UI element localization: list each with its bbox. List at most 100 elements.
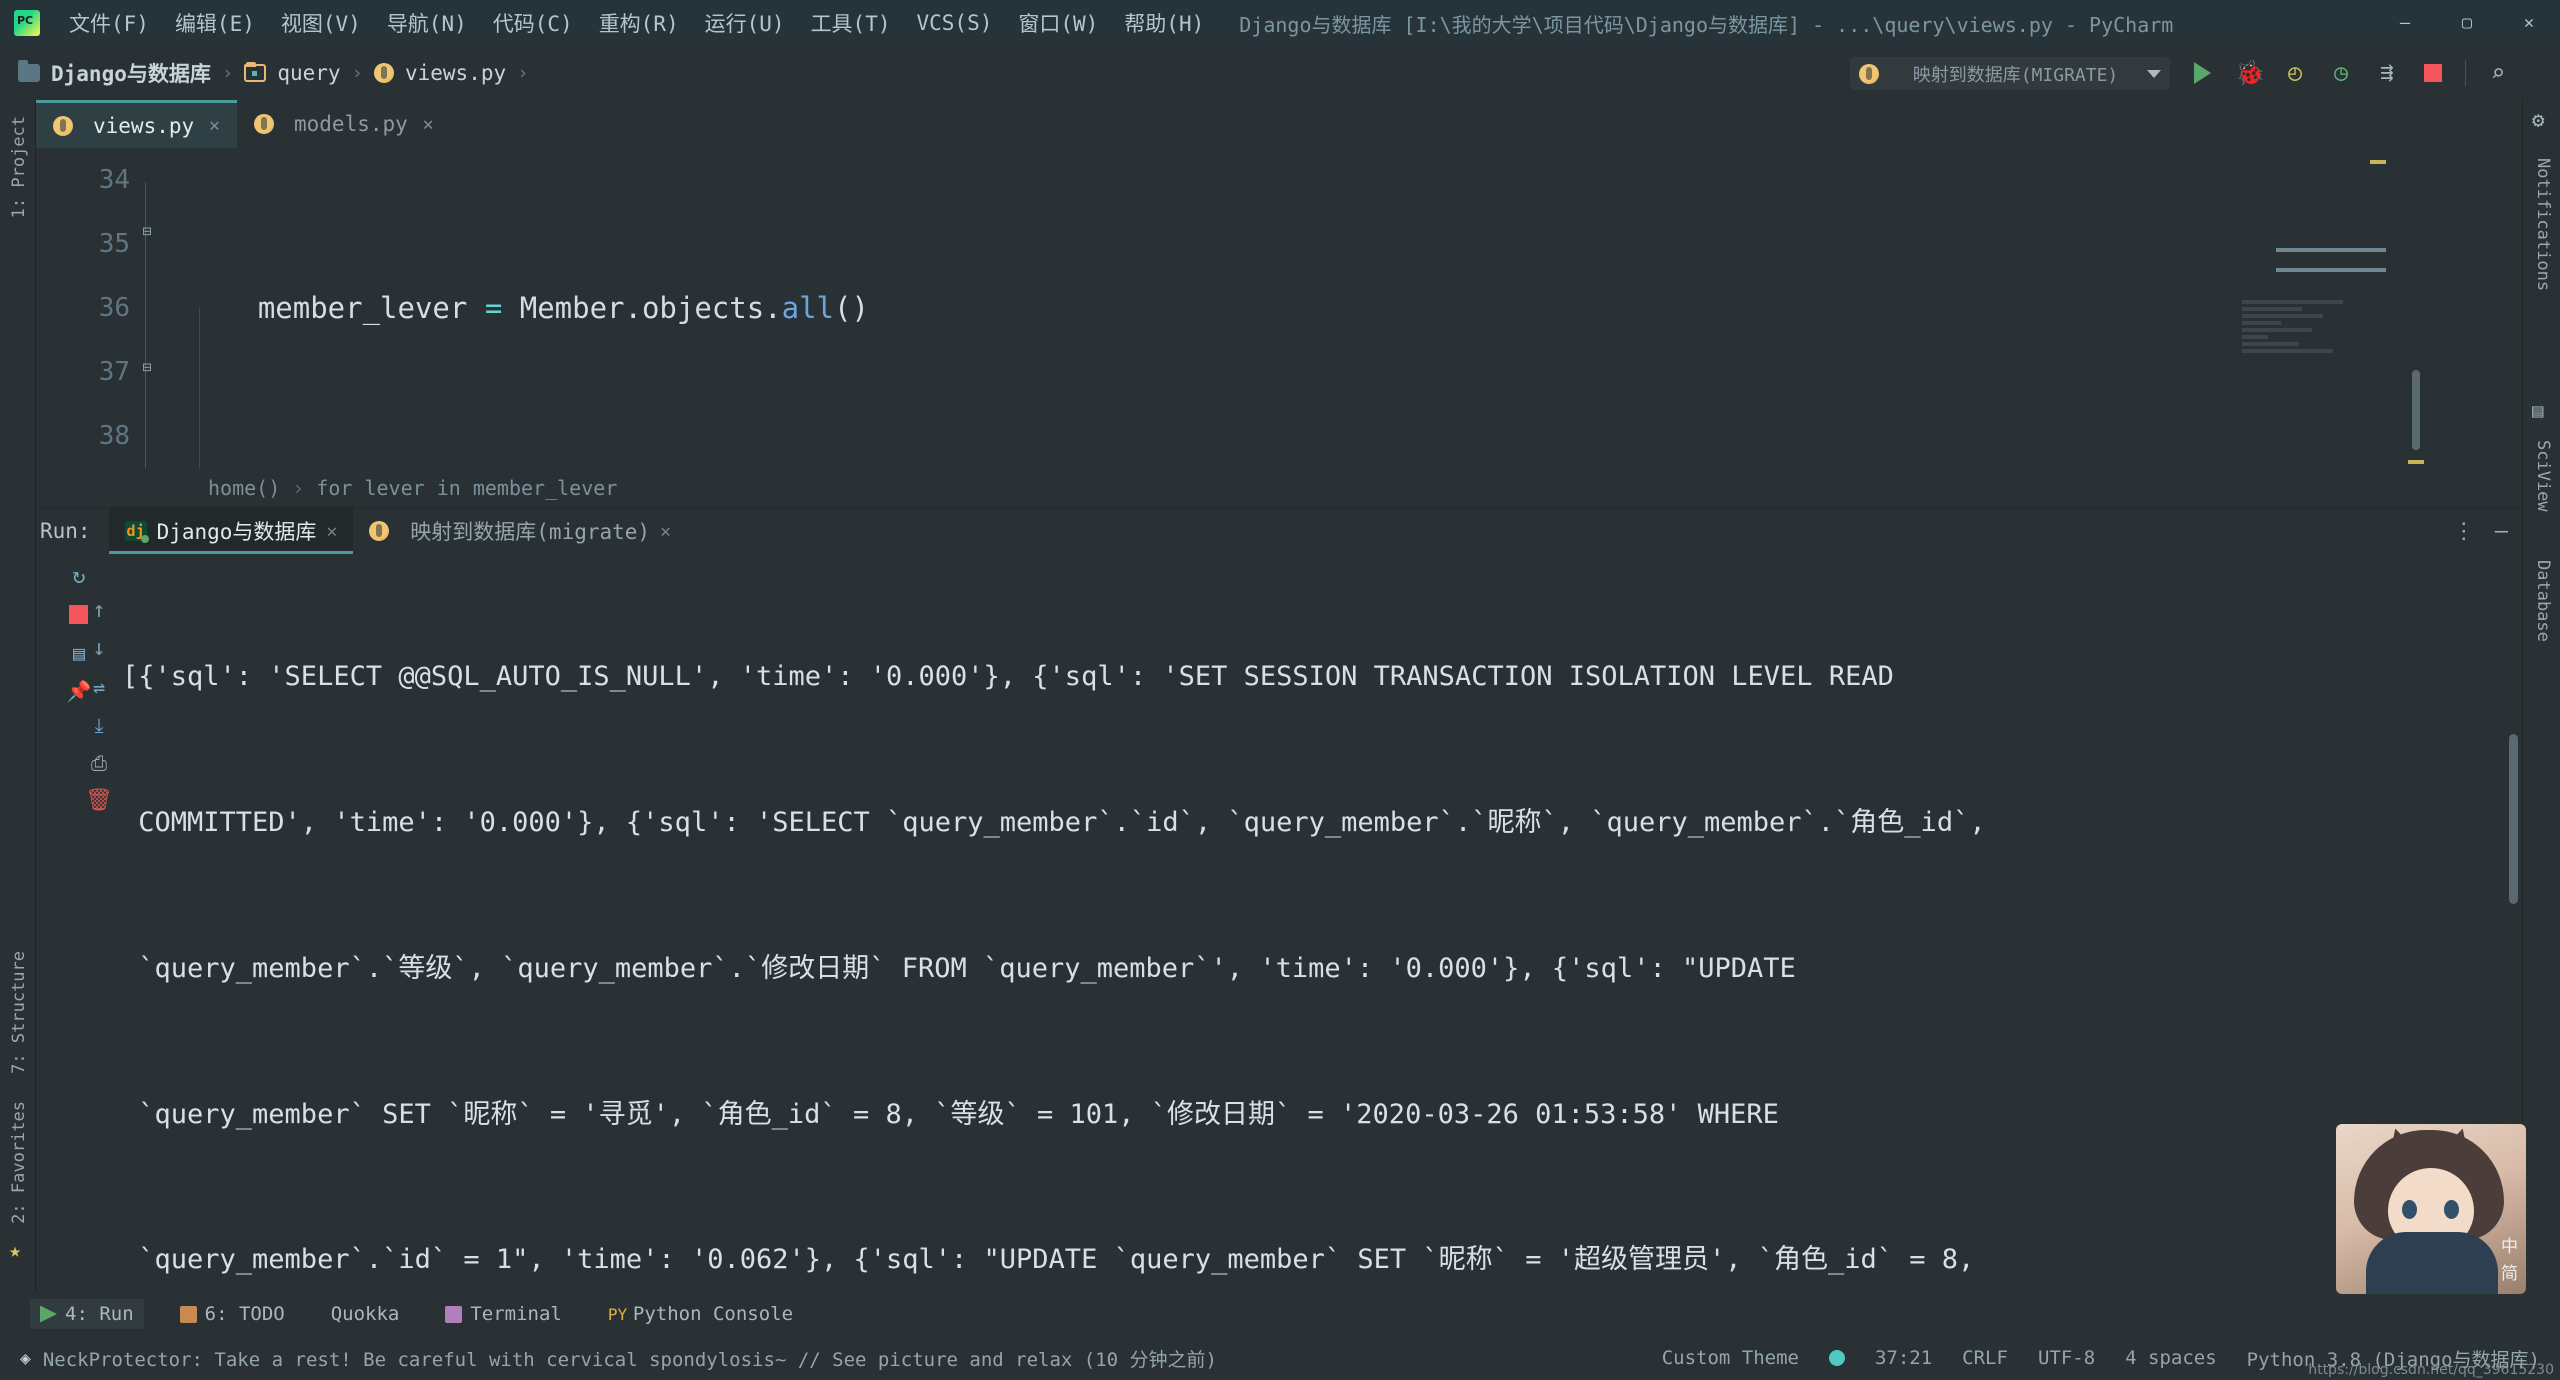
tool-button-todo[interactable]: 6: TODO	[170, 1299, 295, 1329]
neck-protector-character-image: 中 简	[2336, 1124, 2526, 1294]
export-icon[interactable]: ⤓	[84, 710, 114, 740]
menu-item-help[interactable]: 帮助(H)	[1111, 8, 1217, 38]
grid-icon[interactable]: ▤	[2532, 400, 2543, 422]
theme-label[interactable]: Custom Theme	[1662, 1347, 1799, 1369]
indent-setting[interactable]: 4 spaces	[2125, 1347, 2217, 1369]
window-controls: — ▢ ✕	[2374, 0, 2560, 46]
minimize-button[interactable]: —	[2374, 0, 2436, 46]
line-separator[interactable]: CRLF	[1962, 1347, 2008, 1369]
console-output[interactable]: [{'sql': 'SELECT @@SQL_AUTO_IS_NULL', 't…	[122, 554, 2500, 1292]
close-icon[interactable]: ✕	[326, 521, 337, 542]
menu-item-run[interactable]: 运行(U)	[692, 8, 798, 38]
sidebar-item-favorites[interactable]: 2: Favorites	[9, 1093, 29, 1232]
hide-window-icon[interactable]: —	[2495, 519, 2508, 544]
sidebar-item-notifications[interactable]: Notifications	[2533, 148, 2553, 301]
tool-button-label: Terminal	[470, 1303, 562, 1325]
breadcrumb-item-project[interactable]: Django与数据库	[18, 58, 211, 88]
folder-icon	[18, 60, 40, 82]
run-configuration-selector[interactable]: 映射到数据库(MIGRATE)	[1850, 57, 2170, 90]
bottom-tool-bar: 4: Run 6: TODO Quokka Terminal PY Python…	[0, 1292, 2560, 1336]
menu-item-view[interactable]: 视图(V)	[268, 8, 374, 38]
tool-button-label: Python Console	[632, 1303, 794, 1325]
sidebar-item-sciview[interactable]: SciView	[2533, 430, 2553, 522]
tab-models-py[interactable]: models.py ✕	[237, 100, 451, 148]
ime-indicator[interactable]: 中 简	[2501, 1232, 2518, 1284]
menu-item-navigate[interactable]: 导航(N)	[374, 8, 480, 38]
close-icon[interactable]: ✕	[423, 114, 434, 135]
line-number: 38	[98, 421, 130, 451]
maximize-button[interactable]: ▢	[2436, 0, 2498, 46]
tool-button-terminal[interactable]: Terminal	[435, 1299, 572, 1329]
clear-all-icon[interactable]: 🗑	[84, 786, 114, 816]
rerun-icon[interactable]: ↻	[64, 562, 94, 592]
tool-button-python-console[interactable]: PY Python Console	[598, 1299, 803, 1329]
console-line: `query_member`.`id` = 1", 'time': '0.062…	[122, 1244, 1975, 1276]
sidebar-item-database[interactable]: Database	[2533, 550, 2553, 652]
code-content[interactable]: member_lever = Member.objects.all() for …	[188, 148, 2522, 468]
chevron-down-icon[interactable]	[2147, 69, 2161, 78]
code-editor[interactable]: 34 35 36 37 38 ⊟ ⊟ member_lever = Member…	[36, 148, 2522, 468]
scroll-down-icon[interactable]: ↓	[84, 634, 114, 664]
breadcrumb-label-query: query	[277, 61, 341, 85]
breadcrumb-home[interactable]: home()	[208, 476, 280, 500]
breadcrumb-for-loop[interactable]: for lever in member_lever	[316, 476, 617, 500]
menu-item-window[interactable]: 窗口(W)	[1005, 8, 1111, 38]
breadcrumb-item-views[interactable]: views.py	[373, 61, 506, 85]
fold-marker-icon[interactable]: ⊟	[136, 222, 158, 240]
soft-wrap-icon[interactable]: ⇌	[84, 672, 114, 702]
right-tool-rail: ⚙ Notifications ▤ SciView Database	[2522, 100, 2560, 1292]
run-tab-django[interactable]: dj Django与数据库 ✕	[108, 508, 354, 554]
sidebar-item-project[interactable]: 1: Project	[9, 108, 29, 226]
todo-icon	[179, 1305, 197, 1323]
console-line: [{'sql': 'SELECT @@SQL_AUTO_IS_NULL', 't…	[122, 661, 1894, 693]
debug-icon[interactable]: 🐞	[2235, 59, 2265, 87]
editor-scrollbar[interactable]	[2412, 370, 2420, 450]
menu-item-code[interactable]: 代码(C)	[480, 8, 586, 38]
star-icon[interactable]: ★	[9, 1238, 21, 1262]
menu-item-edit[interactable]: 编辑(E)	[162, 8, 268, 38]
run-icon[interactable]	[2189, 59, 2217, 87]
editor-minimap[interactable]	[2242, 300, 2372, 460]
status-bar: ◈ NeckProtector: Take a rest! Be careful…	[0, 1336, 2560, 1380]
run-window-label: Run:	[40, 519, 91, 543]
tab-label: views.py	[93, 113, 195, 138]
breadcrumb-item-query[interactable]: query	[244, 61, 341, 85]
close-button[interactable]: ✕	[2498, 0, 2560, 46]
close-icon[interactable]: ✕	[209, 115, 220, 136]
toolbar-divider	[2465, 60, 2466, 86]
tab-views-py[interactable]: views.py ✕	[36, 100, 237, 148]
menu-item-file[interactable]: 文件(F)	[56, 8, 162, 38]
tool-button-quokka[interactable]: Quokka	[321, 1299, 410, 1329]
caret-position[interactable]: 37:21	[1875, 1347, 1932, 1369]
menu-bar: 文件(F) 编辑(E) 视图(V) 导航(N) 代码(C) 重构(R) 运行(U…	[0, 0, 2560, 46]
console-line: COMMITTED', 'time': '0.000'}, {'sql': 'S…	[122, 806, 1986, 838]
line-number: 36	[98, 293, 130, 323]
python-file-icon	[53, 115, 73, 136]
menu-item-vcs[interactable]: VCS(S)	[904, 11, 1006, 35]
close-icon[interactable]: ✕	[660, 521, 671, 542]
tool-button-run[interactable]: 4: Run	[30, 1299, 144, 1329]
tool-button-label: 6: TODO	[204, 1303, 285, 1325]
watermark: https://blog.csdn.net/qq_39615230	[2308, 1362, 2554, 1378]
scroll-up-icon[interactable]: ↑	[84, 596, 114, 626]
coverage-icon[interactable]: ◴	[2281, 59, 2309, 87]
breadcrumb-separator-3: ›	[517, 62, 529, 84]
line-number: 34	[98, 165, 130, 195]
fold-marker-icon[interactable]: ⊟	[136, 358, 158, 376]
run-with-params-icon[interactable]: ⇶	[2373, 59, 2401, 87]
run-tab-label: Django与数据库	[156, 520, 317, 544]
menu-item-tools[interactable]: 工具(T)	[798, 8, 904, 38]
run-tab-migrate[interactable]: 映射到数据库(migrate) ✕	[353, 508, 687, 554]
stop-icon[interactable]	[2419, 59, 2447, 87]
console-scrollbar[interactable]	[2509, 734, 2518, 904]
python-file-icon	[373, 63, 394, 83]
profile-icon[interactable]: ◷	[2327, 59, 2355, 87]
character-eye-left	[2402, 1200, 2417, 1219]
search-everywhere-icon[interactable]: ⌕	[2484, 59, 2512, 87]
gear-icon[interactable]: ⚙	[2532, 108, 2545, 132]
sidebar-item-structure[interactable]: 7: Structure	[9, 943, 29, 1082]
menu-item-refactor[interactable]: 重构(R)	[586, 8, 692, 38]
print-icon[interactable]: ⎙	[84, 748, 114, 778]
file-encoding[interactable]: UTF-8	[2038, 1347, 2095, 1369]
more-options-icon[interactable]: ⋮	[2453, 519, 2475, 544]
